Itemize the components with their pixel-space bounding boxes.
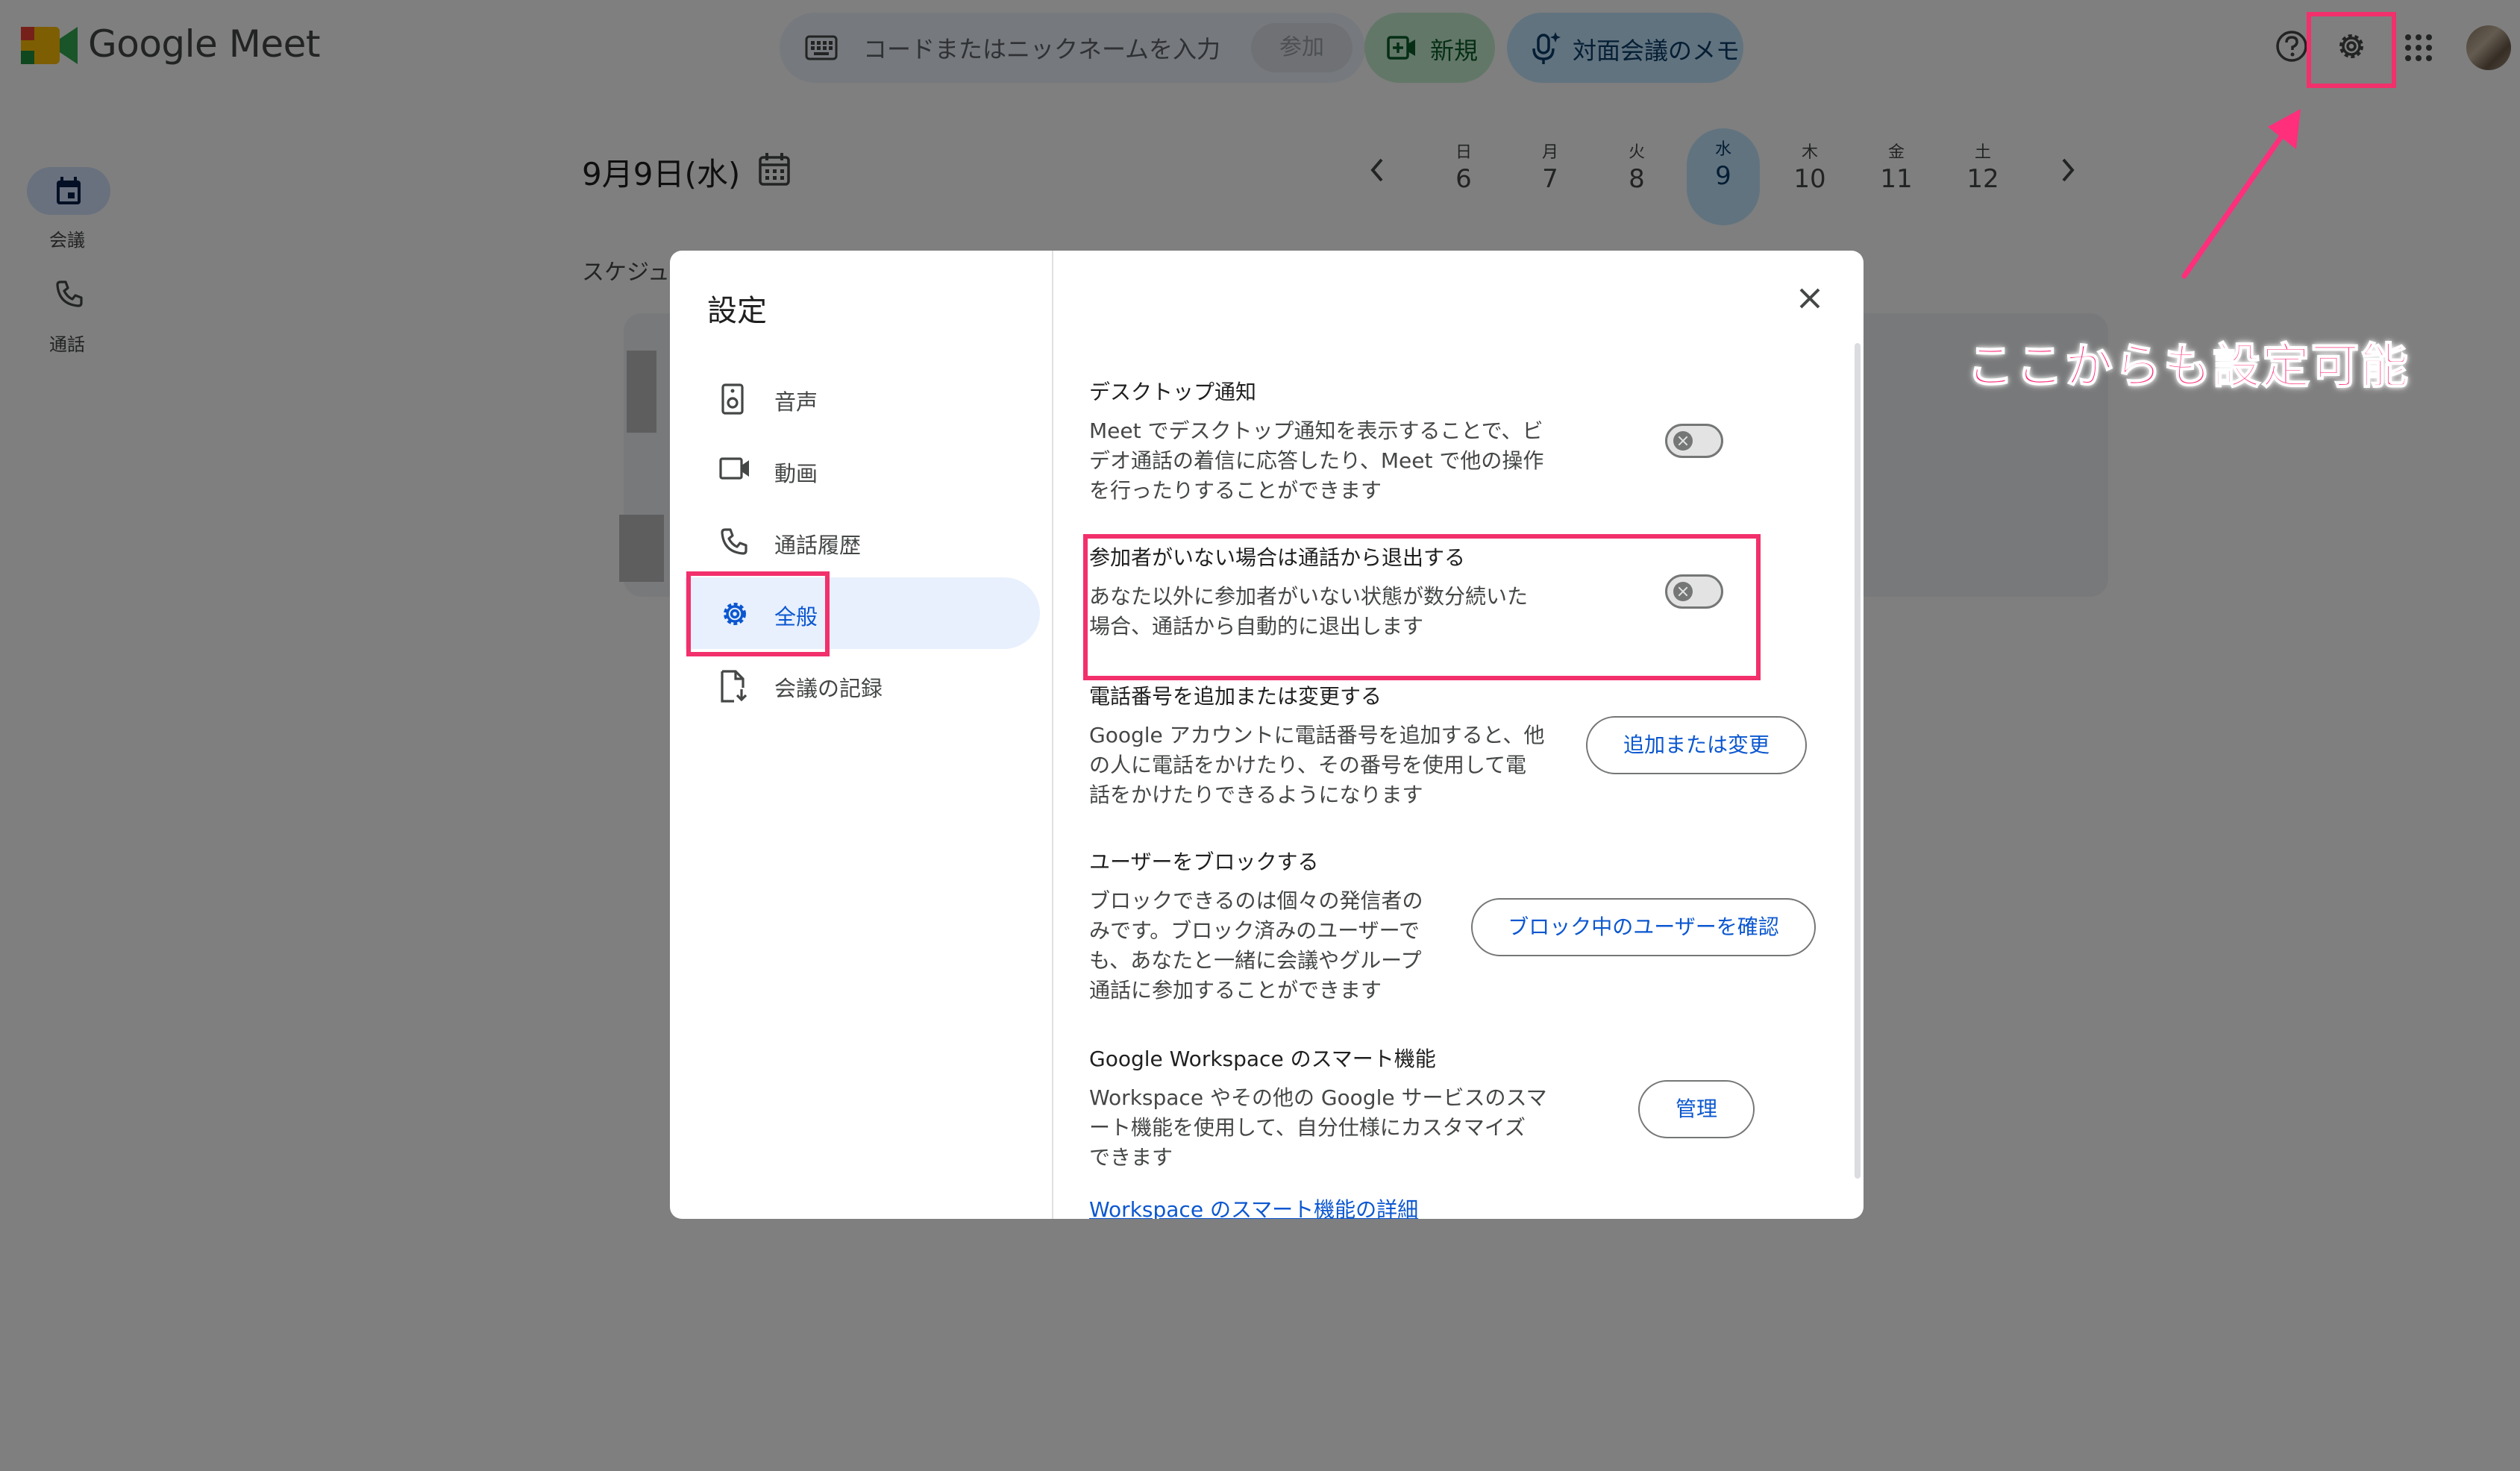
- desktop-notification-toggle[interactable]: [1665, 424, 1723, 458]
- pointer-arrow-icon: [2181, 109, 2301, 279]
- nav-label: 音声: [774, 389, 818, 415]
- section-description: 通話に参加することができます: [1089, 978, 1382, 1003]
- nav-label: 通話履歴: [774, 533, 862, 558]
- settings-dialog: 設定 音声 動画 通話履歴 全般 会議の記録 デスクトップ通知 Meet でデス…: [670, 251, 1864, 1219]
- section-description: ート機能を使用して、自分仕様にカスタマイズ: [1089, 1115, 1526, 1140]
- file-download-icon: [721, 670, 747, 703]
- section-description: Meet でデスクトップ通知を表示することで、ビ: [1089, 418, 1543, 443]
- highlight-box-auto-leave: [1083, 534, 1761, 680]
- nav-label: 会議の記録: [774, 676, 883, 701]
- section-heading: ユーザーをブロックする: [1089, 850, 1319, 874]
- section-description: みです。ブロック済みのユーザーで: [1089, 918, 1420, 943]
- nav-label: 動画: [774, 461, 818, 486]
- section-description: Google アカウントに電話番号を追加すると、他: [1089, 723, 1545, 747]
- dialog-title: 設定: [707, 294, 767, 328]
- add-change-phone-button[interactable]: 追加または変更: [1586, 716, 1807, 774]
- video-icon: [719, 457, 749, 480]
- section-description: の人に電話をかけたり、その番号を使用して電: [1089, 753, 1527, 777]
- section-heading: Google Workspace のスマート機能: [1089, 1047, 1436, 1071]
- workspace-details-link[interactable]: Workspace のスマート機能の詳細: [1089, 1194, 1418, 1219]
- manage-button[interactable]: 管理: [1638, 1080, 1755, 1138]
- view-blocked-users-button[interactable]: ブロック中のユーザーを確認: [1471, 898, 1816, 956]
- scrollbar[interactable]: [1855, 343, 1861, 1179]
- highlight-box-general-tab: [686, 571, 830, 656]
- speaker-icon: [721, 383, 744, 415]
- settings-sidebar: 設定 音声 動画 通話履歴 全般 会議の記録: [670, 251, 1053, 1219]
- section-description: 話をかけたりできるようになります: [1089, 782, 1423, 807]
- close-icon[interactable]: [1795, 283, 1825, 313]
- section-description: ブロックできるのは個々の発信者の: [1089, 888, 1423, 913]
- section-description: Workspace やその他の Google サービスのスマ: [1089, 1085, 1547, 1110]
- section-description: も、あなたと一緒に会議やグループ: [1089, 948, 1422, 973]
- section-description: できます: [1089, 1145, 1173, 1170]
- annotation-text: ここからも設定可能: [1966, 339, 2410, 395]
- nav-item-video[interactable]: 動画: [685, 434, 1040, 506]
- section-description: を行ったりすることができます: [1089, 478, 1382, 503]
- nav-item-call-history[interactable]: 通話履歴: [685, 506, 1040, 577]
- section-heading: デスクトップ通知: [1089, 380, 1257, 404]
- nav-item-meeting-records[interactable]: 会議の記録: [685, 649, 1040, 721]
- section-description: デオ通話の着信に応答したり、Meet で他の操作: [1089, 448, 1544, 473]
- highlight-box-settings-gear: [2307, 12, 2396, 88]
- section-heading: 電話番号を追加または変更する: [1089, 684, 1382, 709]
- phone-icon: [721, 528, 747, 555]
- nav-item-audio[interactable]: 音声: [685, 363, 1040, 434]
